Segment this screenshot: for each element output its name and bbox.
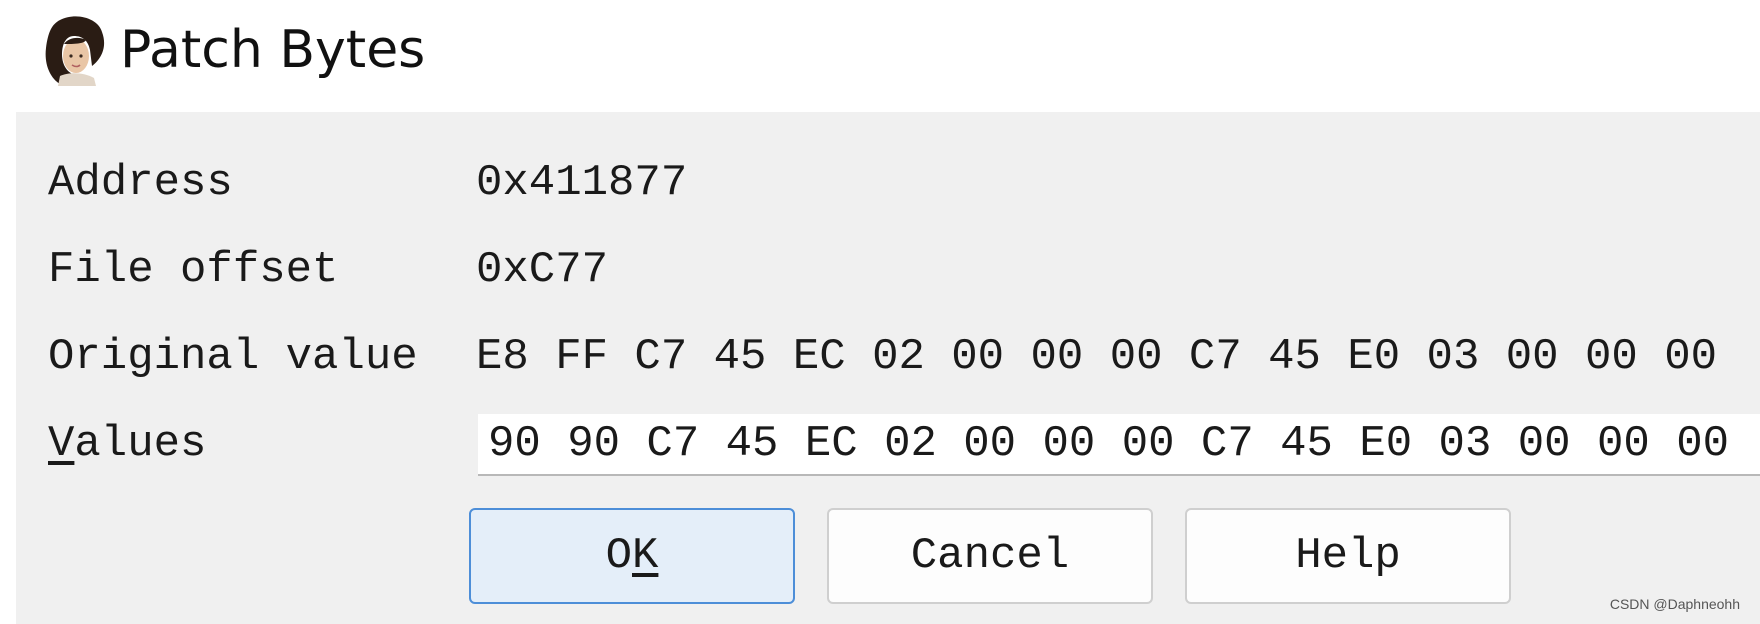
address-value: 0x411877 — [476, 158, 688, 208]
file-offset-value: 0xC77 — [476, 245, 609, 295]
values-label: Values — [48, 418, 206, 470]
values-label-rest: alues — [74, 419, 207, 469]
address-label: Address — [48, 158, 233, 208]
file-offset-label: File offset — [48, 245, 339, 295]
portrait-app-icon — [45, 16, 105, 86]
cancel-button[interactable]: Cancel — [827, 508, 1153, 604]
watermark: CSDN @Daphneohh — [1609, 596, 1740, 612]
help-button[interactable]: Help — [1185, 508, 1511, 604]
values-input[interactable] — [478, 414, 1760, 476]
title-bar: Patch Bytes — [0, 0, 1760, 112]
original-value-label: Original value — [48, 332, 418, 382]
original-value-value: E8 FF C7 45 EC 02 00 00 00 C7 45 E0 03 0… — [476, 332, 1718, 382]
ok-button[interactable]: OK — [469, 508, 795, 604]
ok-button-mnemonic: K — [632, 531, 659, 581]
values-label-mnemonic: V — [48, 419, 75, 469]
ok-button-prefix: O — [605, 531, 632, 581]
window-title: Patch Bytes — [120, 20, 426, 80]
